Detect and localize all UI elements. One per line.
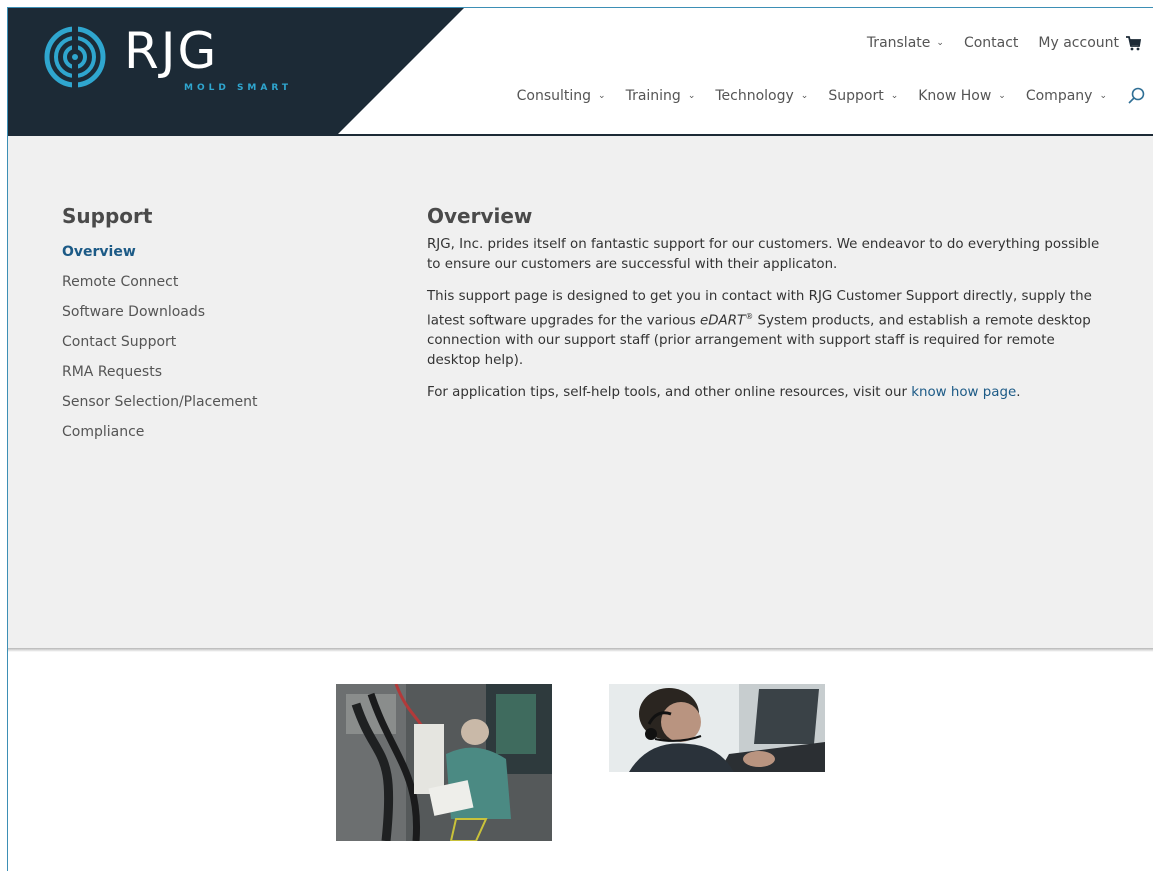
nav-label: Training	[625, 88, 681, 104]
logo-banner[interactable]: RJG MOLD SMART	[8, 8, 473, 134]
my-account-link[interactable]: My account	[1038, 35, 1141, 51]
sidebar-item-remote-connect[interactable]: Remote Connect	[62, 272, 362, 302]
nav-support[interactable]: Support ⌄	[828, 88, 898, 104]
search-icon[interactable]	[1127, 87, 1145, 105]
sidebar-item-overview[interactable]: Overview	[62, 242, 362, 272]
sidebar-title: Support	[62, 204, 153, 228]
nav-label: Company	[1025, 88, 1093, 104]
chevron-down-icon: ⌄	[598, 91, 606, 101]
registered-mark: ®	[745, 312, 754, 321]
sidebar-item-contact-support[interactable]: Contact Support	[62, 332, 362, 362]
know-how-link[interactable]: know how page	[911, 385, 1016, 400]
paragraph-text: .	[1016, 385, 1021, 401]
nav-company[interactable]: Company ⌄	[1026, 88, 1107, 104]
nav-label: Know How	[918, 88, 992, 104]
nav-label: Consulting	[516, 88, 592, 104]
resources-paragraph: For application tips, self-help tools, a…	[427, 383, 1107, 403]
nav-technology[interactable]: Technology ⌄	[715, 88, 808, 104]
intro-paragraph: RJG, Inc. prides itself on fantastic sup…	[427, 237, 1100, 272]
chevron-down-icon: ⌄	[936, 38, 944, 48]
paragraph-text: For application tips, self-help tools, a…	[427, 385, 912, 401]
contact-label: Contact	[963, 35, 1019, 51]
sidebar-item-rma-requests[interactable]: RMA Requests	[62, 362, 362, 392]
chevron-down-icon: ⌄	[890, 91, 899, 101]
my-account-label: My account	[1038, 35, 1119, 51]
logo-wordmark: RJG	[124, 22, 219, 80]
main-nav: Consulting ⌄ Training ⌄ Technology ⌄ Sup…	[517, 87, 1145, 105]
sidebar-item-compliance[interactable]: Compliance	[62, 422, 362, 452]
nav-label: Technology	[715, 88, 794, 104]
support-sidebar: Support Overview Remote Connect Software…	[62, 204, 362, 452]
nav-know-how[interactable]: Know How ⌄	[918, 88, 1006, 104]
contact-link[interactable]: Contact	[964, 35, 1018, 51]
sidebar-item-software-downloads[interactable]: Software Downloads	[62, 302, 362, 332]
technician-photo	[336, 684, 552, 841]
overview-article: Overview RJG, Inc. prides itself on fant…	[427, 204, 1107, 415]
support-description-paragraph: This support page is designed to get you…	[427, 287, 1107, 371]
chevron-down-icon: ⌄	[1099, 91, 1107, 101]
sidebar-menu: Overview Remote Connect Software Downloa…	[62, 242, 362, 452]
translate-label: Translate	[866, 35, 931, 51]
nav-label: Support	[828, 88, 884, 104]
section-shadow	[8, 648, 1153, 652]
support-agent-photo-image	[609, 684, 825, 772]
support-content-panel: Support Overview Remote Connect Software…	[8, 136, 1153, 649]
logo-signal-icon	[44, 26, 106, 88]
utility-nav: Translate ⌄ Contact My account	[867, 35, 1141, 51]
chevron-down-icon: ⌄	[800, 91, 809, 101]
chevron-down-icon: ⌄	[687, 91, 696, 101]
sidebar-item-sensor-selection[interactable]: Sensor Selection/Placement	[62, 392, 362, 422]
nav-consulting[interactable]: Consulting ⌄	[517, 88, 606, 104]
logo-tagline: MOLD SMART	[184, 83, 293, 93]
cart-icon[interactable]	[1125, 35, 1141, 51]
support-agent-photo	[609, 684, 825, 772]
translate-menu[interactable]: Translate ⌄	[867, 35, 944, 51]
nav-training[interactable]: Training ⌄	[626, 88, 696, 104]
chevron-down-icon: ⌄	[998, 91, 1006, 101]
page-title: Overview	[427, 204, 533, 228]
technician-photo-image	[336, 684, 552, 841]
site-header: RJG MOLD SMART Translate ⌄ Contact My ac…	[8, 8, 1153, 136]
edart-product-name: eDART	[700, 313, 746, 329]
